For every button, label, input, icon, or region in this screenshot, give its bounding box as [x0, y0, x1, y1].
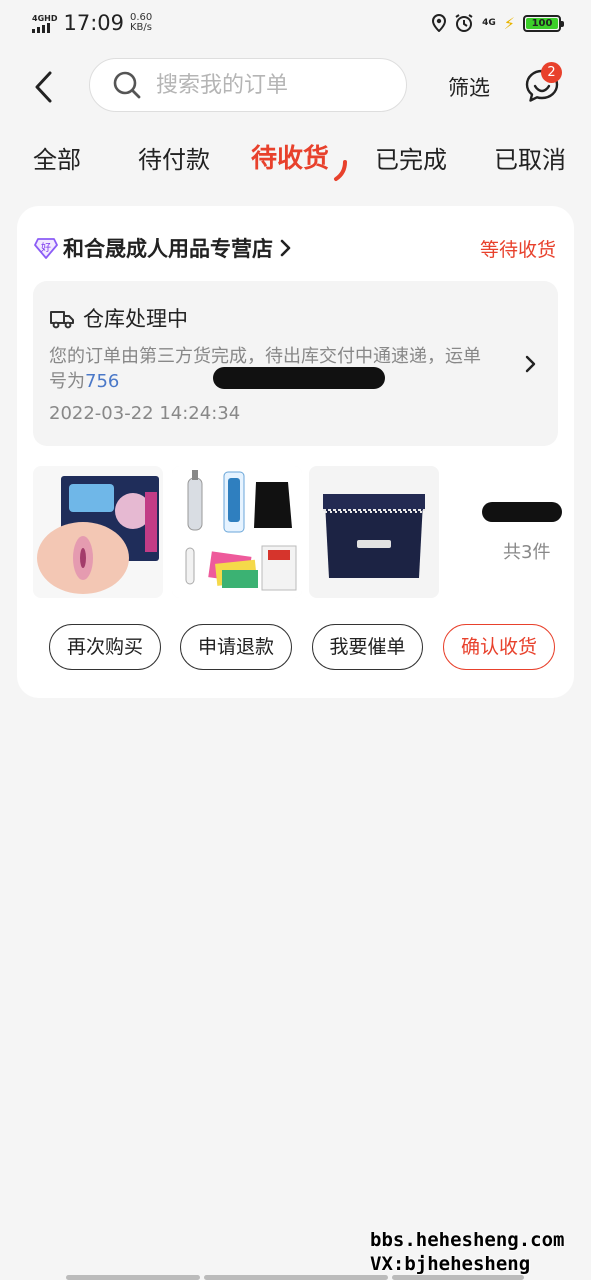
- logistics-time: 2022-03-22 14:24:34: [49, 403, 241, 424]
- logistics-title: 仓库处理中: [83, 307, 188, 331]
- logistics-header: 仓库处理中: [49, 303, 188, 333]
- truck-icon: [50, 311, 74, 329]
- location-icon: [432, 14, 447, 32]
- order-status: 等待收货: [479, 238, 556, 261]
- message-badge: 2: [541, 62, 562, 83]
- signal-bars-icon: [32, 22, 50, 33]
- search-icon: [113, 71, 141, 99]
- nav-bar-segment: [204, 1275, 388, 1280]
- order-card[interactable]: 好 和合晟成人用品专营店 等待收货 仓库处理中 您的订单由第三方货完成，待出库交…: [17, 206, 574, 698]
- clock: 17:09: [63, 11, 124, 35]
- product-accessories-image: [172, 466, 302, 598]
- net-speed-unit: KB/s: [130, 22, 152, 33]
- mobile-data-icon: 4G: [482, 17, 496, 28]
- tab-completed[interactable]: 已完成: [375, 140, 447, 175]
- product-thumbnail[interactable]: [33, 466, 163, 598]
- chevron-right-icon[interactable]: [279, 239, 291, 257]
- signal-strength: 4GHD: [32, 14, 57, 33]
- charging-icon: ⚡: [503, 13, 515, 33]
- product-storage-box-image: [309, 466, 439, 598]
- active-tab-indicator: [334, 160, 347, 181]
- tracking-number-start[interactable]: 756: [85, 371, 119, 392]
- logistics-desc-prefix: 您的订单由第三方: [49, 346, 193, 367]
- alarm-icon: [455, 14, 473, 32]
- redaction-mark: [213, 367, 385, 389]
- status-bar: 4GHD 17:09 0.60 KB/s 4G ⚡ 100: [0, 0, 591, 46]
- search-bar[interactable]: [89, 58, 407, 112]
- order-actions: 再次购买 申请退款 我要催单 确认收货: [49, 624, 559, 672]
- search-input[interactable]: [156, 72, 376, 98]
- nav-bar-segment: [392, 1275, 524, 1280]
- shop-badge-label: 好: [41, 242, 51, 254]
- item-quantity: 共3件: [503, 542, 551, 563]
- net-speed: 0.60 KB/s: [130, 13, 152, 33]
- tab-pending-payment[interactable]: 待付款: [138, 140, 210, 175]
- product-masturbator-image: [37, 476, 159, 594]
- shop-badge-icon: 好: [34, 238, 58, 259]
- top-bar: 筛选 2: [0, 58, 591, 114]
- shop-name[interactable]: 和合晟成人用品专营店: [63, 233, 273, 263]
- nav-bar-segment: [66, 1275, 200, 1280]
- watermark-line-1: bbs.hehesheng.com: [370, 1229, 565, 1251]
- shop-header[interactable]: 好 和合晟成人用品专营店 等待收货: [33, 232, 556, 264]
- watermark-line-2: VX:bjhehesheng: [370, 1253, 531, 1275]
- order-tabs: 全部 待付款 待收货 已完成 已取消: [0, 140, 591, 184]
- network-type-label: 4GHD: [32, 13, 58, 23]
- filter-button[interactable]: 筛选: [448, 72, 490, 102]
- watermark: bbs.hehesheng.com VX:bjhehesheng: [370, 1228, 564, 1276]
- back-arrow-icon[interactable]: [30, 70, 60, 104]
- product-thumbnail[interactable]: [172, 466, 302, 598]
- status-left: 4GHD 17:09 0.60 KB/s: [32, 11, 152, 35]
- request-refund-button[interactable]: 申请退款: [180, 624, 292, 670]
- product-list[interactable]: 共3件: [33, 466, 562, 598]
- status-right: 4G ⚡ 100: [432, 13, 564, 33]
- urge-shipment-button[interactable]: 我要催单: [312, 624, 423, 670]
- price-redaction-mark: [482, 502, 562, 522]
- logistics-panel[interactable]: 仓库处理中 您的订单由第三方货完成，待出库交付中通速递，运单号为756317 2…: [33, 281, 558, 446]
- tab-pending-receipt[interactable]: 待收货: [251, 138, 329, 175]
- buy-again-button[interactable]: 再次购买: [49, 624, 161, 670]
- confirm-receipt-button[interactable]: 确认收货: [443, 624, 555, 670]
- tab-cancelled[interactable]: 已取消: [494, 140, 566, 175]
- chevron-right-icon[interactable]: [524, 355, 536, 373]
- product-thumbnail[interactable]: [309, 466, 439, 598]
- tab-all[interactable]: 全部: [33, 140, 81, 175]
- battery-level: 100: [526, 17, 558, 29]
- battery-icon: 100: [523, 14, 564, 32]
